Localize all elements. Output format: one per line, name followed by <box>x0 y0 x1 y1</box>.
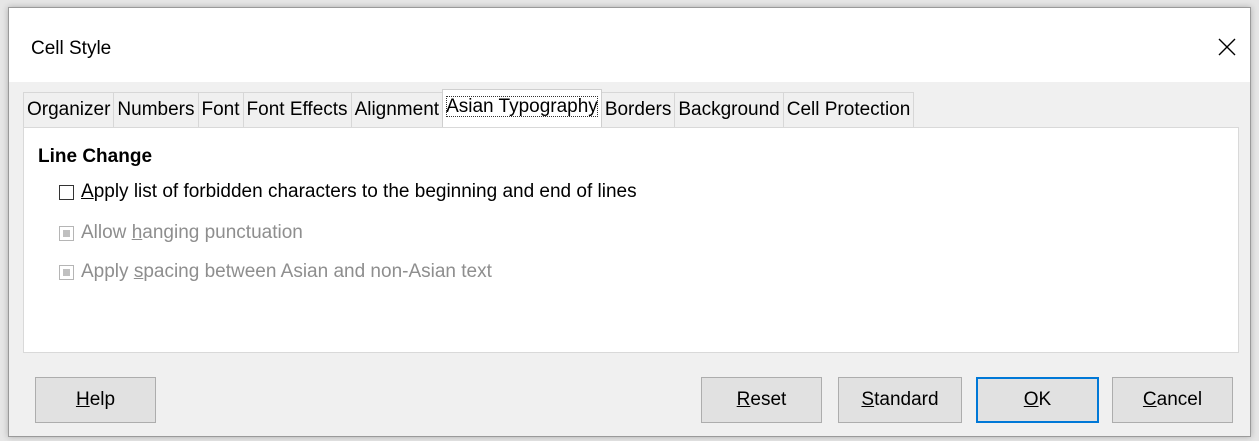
forbidden-characters-option[interactable]: Apply list of forbidden characters to th… <box>59 181 637 203</box>
tab-alignment[interactable]: Alignment <box>350 92 444 127</box>
tab-label: Font <box>201 99 240 120</box>
reset-button[interactable]: Reset <box>701 377 822 423</box>
tab-organizer[interactable]: Organizer <box>23 92 115 127</box>
help-button-label: Help <box>75 389 116 410</box>
ok-button-label: OK <box>1023 389 1052 410</box>
hanging-punctuation-option: Allow hanging punctuation <box>59 222 303 244</box>
close-button[interactable] <box>1208 28 1246 66</box>
tab-label: Organizer <box>27 99 111 120</box>
standard-button-label: Standard <box>861 389 939 410</box>
title-bar: Cell Style <box>9 8 1250 82</box>
standard-button[interactable]: Standard <box>838 377 962 423</box>
hanging-punctuation-label: Allow hanging punctuation <box>81 222 303 243</box>
ok-button[interactable]: OK <box>976 377 1099 423</box>
tab-label: Cell Protection <box>786 99 911 120</box>
forbidden-characters-checkbox[interactable] <box>59 184 74 200</box>
help-button[interactable]: Help <box>35 377 156 423</box>
asian-typography-panel: Line Change Apply list of forbidden char… <box>23 127 1239 353</box>
tab-label: Borders <box>604 99 672 120</box>
dialog-title: Cell Style <box>31 38 112 59</box>
hanging-punctuation-checkbox <box>59 225 74 241</box>
reset-button-label: Reset <box>736 389 787 410</box>
tab-cell-protection[interactable]: Cell Protection <box>782 92 915 127</box>
tab-label: Font Effects <box>246 99 348 120</box>
tab-label: Background <box>678 99 780 120</box>
cancel-button[interactable]: Cancel <box>1112 377 1233 423</box>
asian-spacing-label: Apply spacing between Asian and non-Asia… <box>81 261 492 282</box>
tab-label: Alignment <box>354 99 440 120</box>
forbidden-characters-label: Apply list of forbidden characters to th… <box>81 181 637 202</box>
tab-borders[interactable]: Borders <box>600 92 676 127</box>
tab-font-effects[interactable]: Font Effects <box>242 92 352 127</box>
tab-numbers[interactable]: Numbers <box>113 92 199 127</box>
asian-spacing-checkbox <box>59 264 74 280</box>
tab-label: Numbers <box>117 99 195 120</box>
line-change-heading: Line Change <box>38 146 153 167</box>
tab-asian-typography[interactable]: Asian Typography <box>442 89 602 128</box>
tab-font[interactable]: Font <box>197 92 244 127</box>
asian-spacing-option: Apply spacing between Asian and non-Asia… <box>59 261 492 283</box>
tab-background[interactable]: Background <box>674 92 784 127</box>
tab-label: Asian Typography <box>446 96 598 117</box>
close-icon <box>1218 38 1236 56</box>
cancel-button-label: Cancel <box>1142 389 1203 410</box>
cell-style-dialog: Cell Style Organizer Numbers Font Font E… <box>8 7 1251 437</box>
tab-bar: Organizer Numbers Font Font Effects Alig… <box>23 89 915 128</box>
